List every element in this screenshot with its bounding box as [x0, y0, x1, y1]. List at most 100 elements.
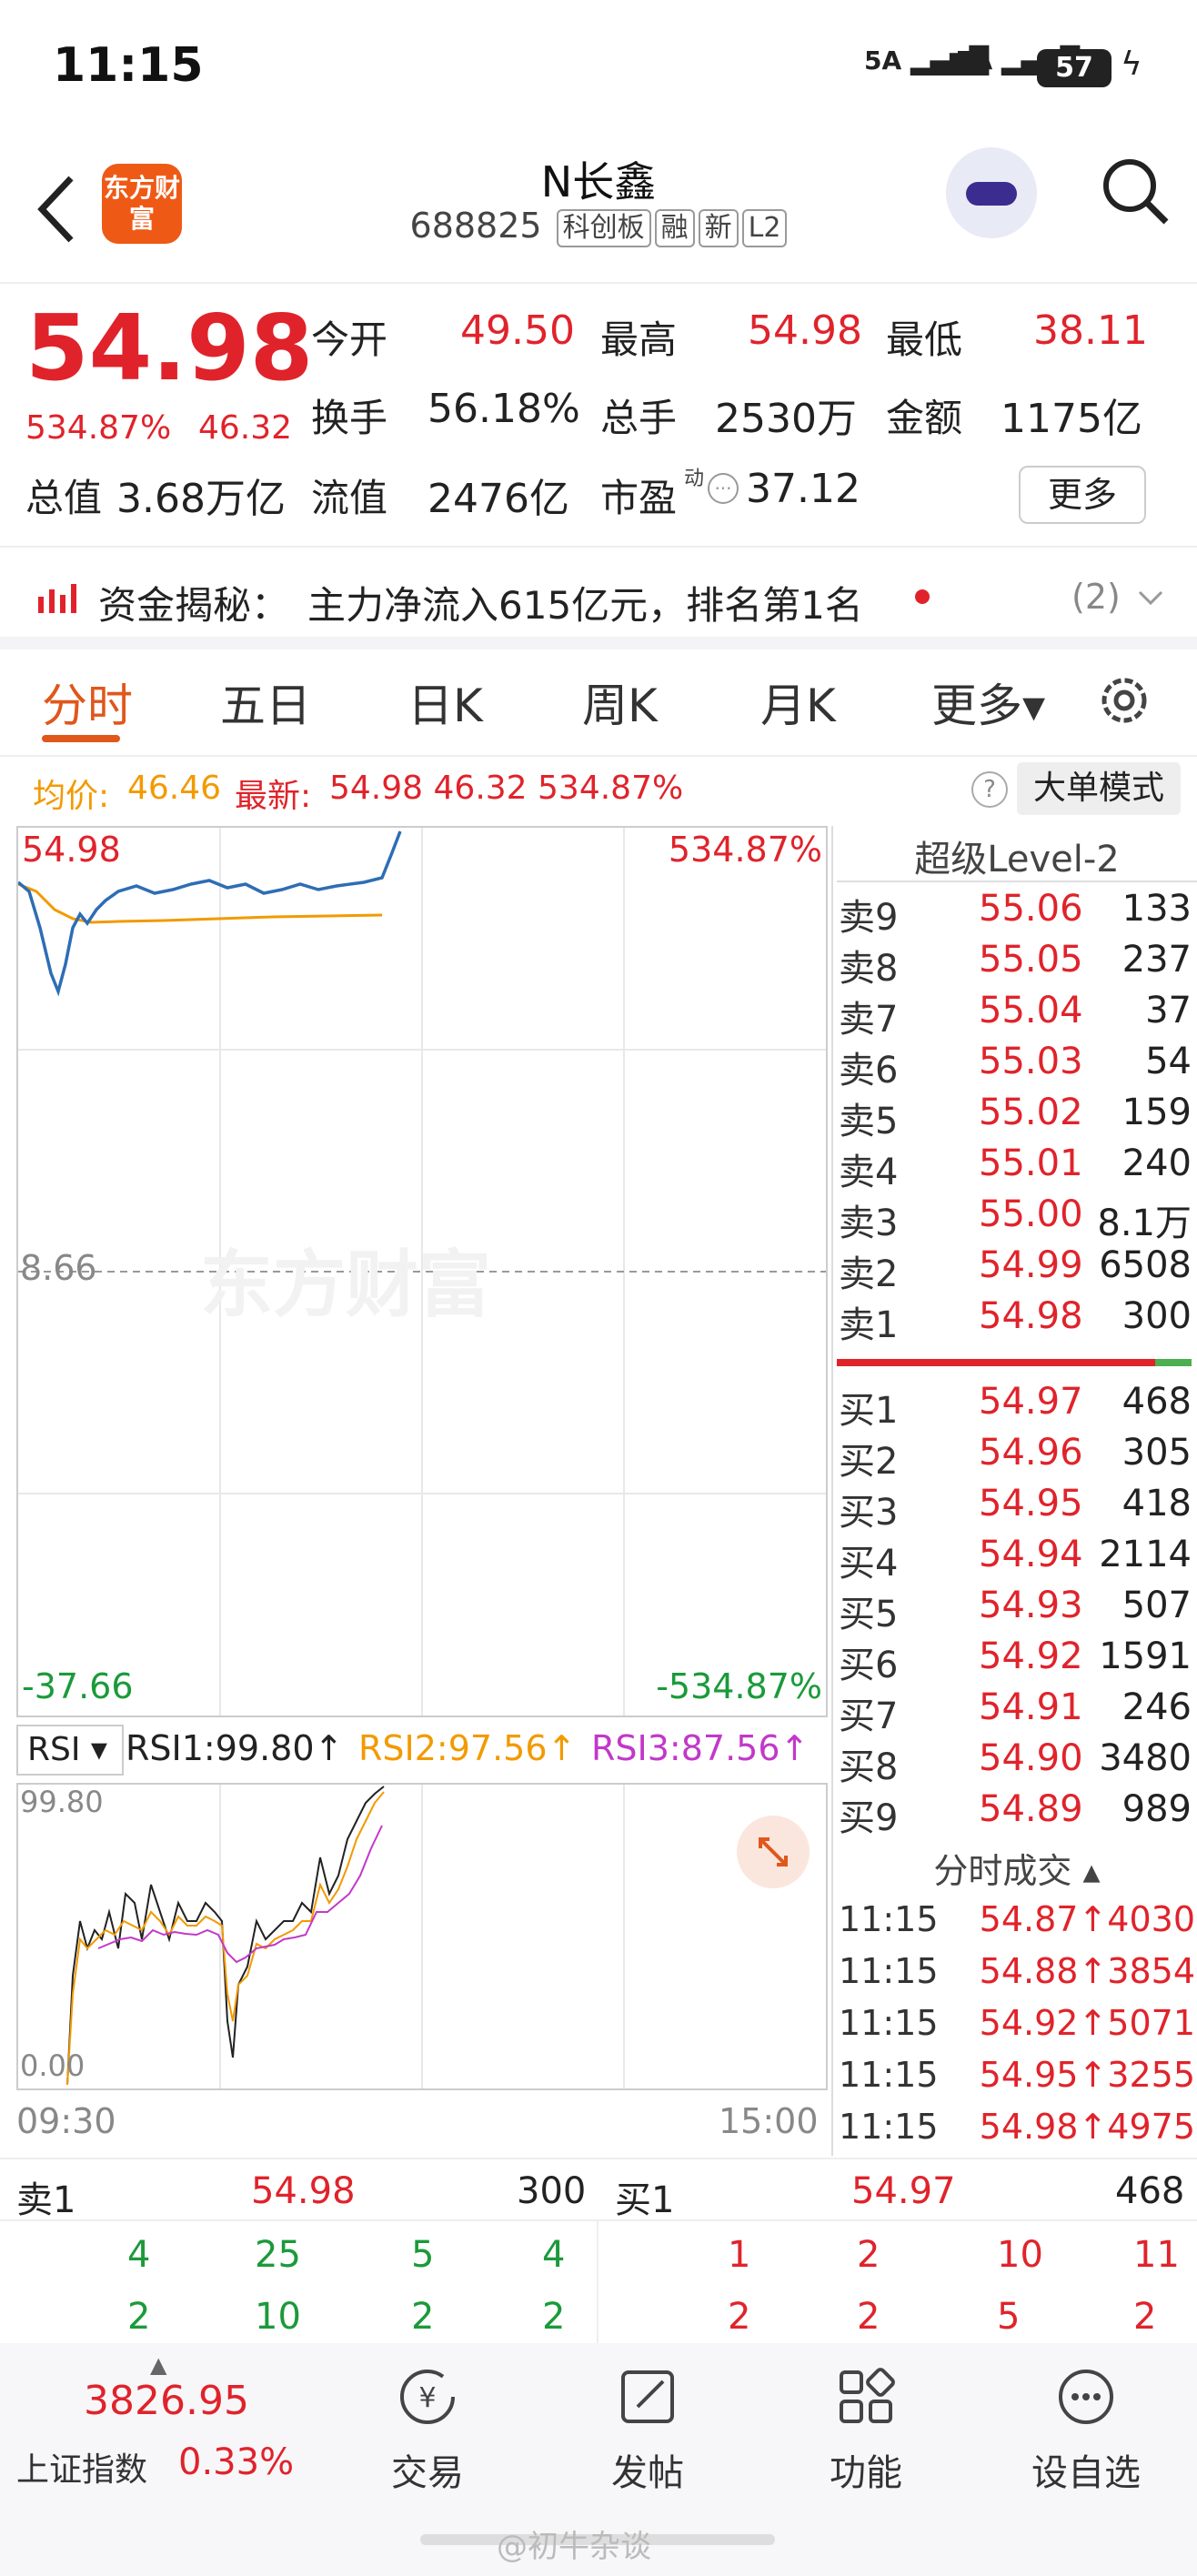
bids-level-7[interactable]: 买7 54.91 246: [837, 1686, 1197, 1737]
float-label: 流值: [311, 476, 388, 520]
fund-flow-bar[interactable]: 资金揭秘： 主力净流入615亿元，排名第1名 (2): [0, 549, 1197, 640]
level-price: 55.04: [979, 990, 1083, 1031]
rsi3-value: RSI3:87.56↑: [591, 1728, 810, 1768]
current-price: 54.98: [25, 295, 314, 401]
nav-add-watchlist[interactable]: 设自选: [1013, 2365, 1159, 2496]
settings-gear-icon[interactable]: [1095, 671, 1153, 730]
tab-weekly[interactable]: 周K: [582, 669, 658, 735]
edit-post-icon: [621, 2370, 674, 2423]
pe-superscript: 动: [684, 468, 705, 490]
pe-label: 市盈: [600, 476, 678, 520]
queue-cell: 2: [411, 2296, 435, 2338]
asks-level-5[interactable]: 卖5 55.02 159: [837, 1092, 1197, 1142]
level-volume: 305: [1122, 1432, 1192, 1474]
assistant-robot-icon[interactable]: [946, 147, 1037, 238]
search-icon[interactable]: [1101, 156, 1170, 226]
level-price: 54.90: [979, 1737, 1083, 1779]
bids-level-4[interactable]: 买4 54.94 2114: [837, 1534, 1197, 1585]
bids-level-9[interactable]: 买9 54.89 989: [837, 1788, 1197, 1839]
level-volume: 1591: [1099, 1635, 1192, 1677]
level-volume: 507: [1122, 1585, 1192, 1626]
rsi-axis-top: 99.80: [20, 1785, 104, 1819]
level-volume: 37: [1145, 990, 1192, 1031]
pe-value: 37.12: [746, 466, 860, 512]
queue-cell: 10: [997, 2234, 1043, 2276]
high-label: 最高: [600, 317, 678, 362]
big-order-mode-button[interactable]: 大单模式: [1017, 762, 1181, 815]
queue-buy-vol: 468: [1115, 2170, 1185, 2212]
svg-text:¥: ¥: [418, 2382, 436, 2414]
level-label: 买9: [839, 1797, 899, 1839]
level-price: 55.01: [979, 1142, 1083, 1184]
level-volume: 418: [1122, 1483, 1192, 1524]
trade-time: 11:15: [839, 1951, 939, 1991]
queue-sell-vol: 300: [517, 2170, 587, 2212]
info-dots-icon[interactable]: ···: [708, 473, 739, 504]
low-value: 38.11: [1033, 307, 1148, 354]
nav-trade[interactable]: ¥ 交易: [355, 2365, 500, 2496]
status-time: 11:15: [53, 38, 204, 93]
asks-level-4[interactable]: 卖6 55.03 54: [837, 1041, 1197, 1092]
tag-margin: 融: [654, 208, 695, 247]
rsi-selector[interactable]: RSI ▾: [16, 1725, 124, 1776]
asks-level-6[interactable]: 卖4 55.01 240: [837, 1142, 1197, 1193]
bids-level-2[interactable]: 买2 54.96 305: [837, 1432, 1197, 1483]
queue-cell: 5: [411, 2234, 435, 2276]
more-button[interactable]: 更多: [1019, 466, 1146, 524]
tab-daily[interactable]: 日K: [407, 669, 483, 735]
chart-top-left: 54.98: [22, 830, 121, 870]
tab-more[interactable]: 更多▾: [931, 669, 1045, 735]
level-label: 卖9: [839, 897, 899, 939]
asks-level-3[interactable]: 卖7 55.04 37: [837, 990, 1197, 1041]
fund-count: (2): [1071, 577, 1121, 617]
intraday-chart[interactable]: 东方财富 54.98 534.87% 8.66 -37.66 -534.87%: [16, 826, 828, 1717]
tab-5day[interactable]: 五日: [220, 669, 311, 735]
chart-watermark: 东方财富: [200, 1244, 491, 1325]
watermark-text: @初牛杂谈: [497, 2529, 651, 2565]
index-pct: 0.33%: [178, 2441, 295, 2483]
bids-level-6[interactable]: 买6 54.92 1591: [837, 1635, 1197, 1686]
level-price: 55.03: [979, 1041, 1083, 1082]
asks-level-9[interactable]: 卖1 54.98 300: [837, 1295, 1197, 1346]
tag-board: 科创板: [556, 208, 651, 247]
index-value[interactable]: 3826.95: [84, 2378, 249, 2424]
asks-level-2[interactable]: 卖8 55.05 237: [837, 939, 1197, 990]
expand-icon[interactable]: [737, 1816, 810, 1888]
level-price: 55.02: [979, 1092, 1083, 1133]
level-volume: 237: [1122, 939, 1192, 981]
trade-time: 11:15: [839, 2003, 939, 2043]
tab-active-indicator: [42, 735, 120, 742]
up-caret-icon: ▲: [150, 2352, 167, 2378]
level-price: 54.97: [979, 1381, 1083, 1423]
level-price: 54.92: [979, 1635, 1083, 1677]
chevron-down-icon: [1138, 590, 1163, 606]
asks-level-7[interactable]: 卖3 55.00 8.1万: [837, 1193, 1197, 1244]
high-value: 54.98: [748, 307, 862, 354]
asks-level-8[interactable]: 卖2 54.99 6508: [837, 1244, 1197, 1295]
bids-level-8[interactable]: 买8 54.90 3480: [837, 1737, 1197, 1788]
level-label: 卖5: [839, 1101, 899, 1142]
tab-monthly[interactable]: 月K: [760, 669, 836, 735]
level-label: 卖7: [839, 999, 899, 1041]
trade-price-volume: 54.92↑5071: [979, 2003, 1195, 2043]
bar-chart-icon: [38, 584, 76, 613]
nav-functions[interactable]: 功能: [793, 2365, 939, 2496]
level-volume: 3480: [1099, 1737, 1192, 1779]
bids-level-5[interactable]: 买5 54.93 507: [837, 1585, 1197, 1635]
avg-label: 均价:: [33, 778, 110, 815]
bids-level-3[interactable]: 买3 54.95 418: [837, 1483, 1197, 1534]
queue-buy-label: 买1: [615, 2179, 675, 2221]
level-label: 买6: [839, 1645, 899, 1686]
level-volume: 6508: [1099, 1244, 1192, 1286]
trades-title[interactable]: 分时成交 ▴: [837, 1843, 1197, 1893]
help-icon[interactable]: ?: [971, 771, 1008, 808]
bids-level-1[interactable]: 买1 54.97 468: [837, 1381, 1197, 1432]
rsi-chart[interactable]: 99.80 0.00: [16, 1783, 828, 2090]
nav-functions-label: 功能: [830, 2452, 902, 2494]
nav-post[interactable]: 发帖: [575, 2365, 720, 2496]
asks-level-1[interactable]: 卖9 55.06 133: [837, 888, 1197, 939]
trade-price-volume: 54.98↑4975: [979, 2107, 1195, 2147]
grid-apps-icon: [840, 2368, 895, 2423]
chart-bottom-right: -534.87%: [656, 1666, 822, 1706]
tab-intraday[interactable]: 分时: [42, 669, 133, 735]
